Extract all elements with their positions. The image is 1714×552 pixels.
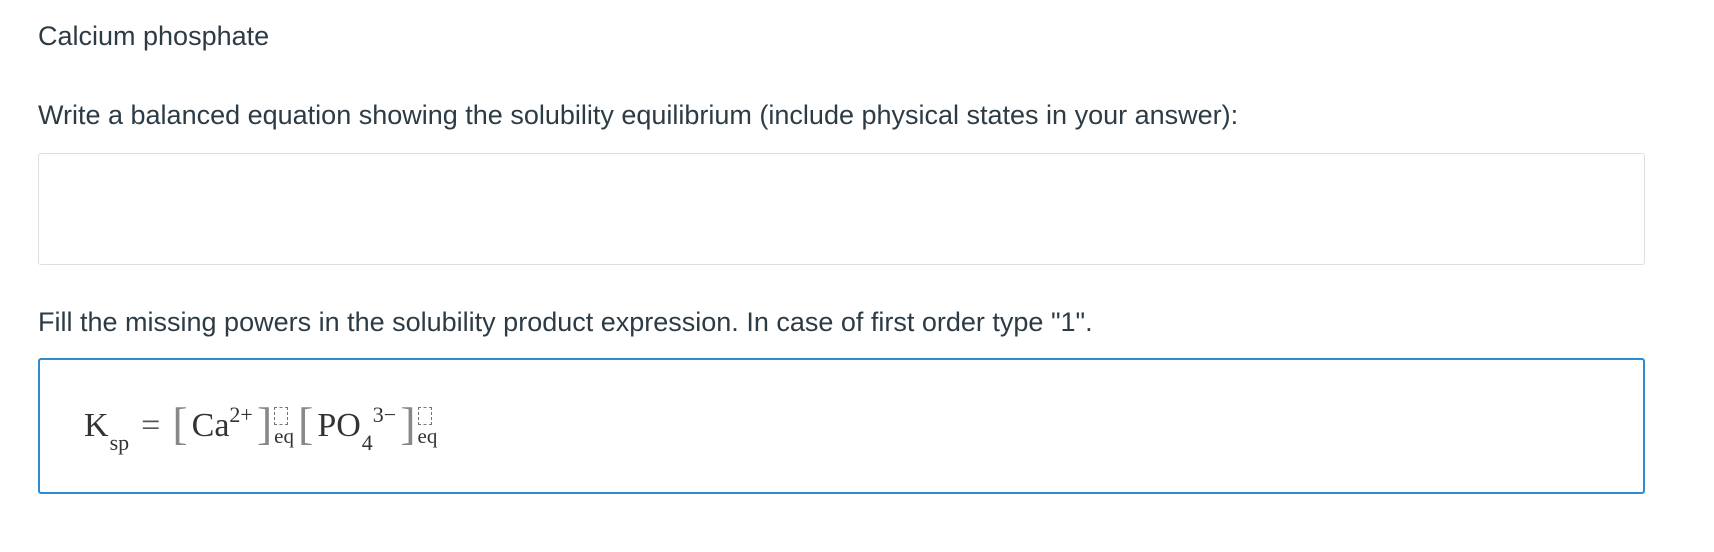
ksp-symbol: Ksp — [84, 407, 130, 455]
calcium-power-input[interactable] — [274, 407, 289, 425]
right-bracket: ] — [400, 398, 416, 449]
phosphate-power-input[interactable] — [417, 407, 432, 425]
equation-answer-input[interactable] — [38, 153, 1645, 265]
right-bracket: ] — [256, 398, 273, 449]
left-bracket: [ — [172, 398, 188, 449]
phosphate-subscript: 4 — [361, 430, 373, 455]
ksp-expression: Ksp = [ Ca2+ ] eq [ PO43− ] eq — [84, 360, 441, 492]
phosphate-ion: PO43− — [317, 402, 397, 455]
phosphate-charge: 3− — [372, 402, 397, 427]
phosphate-eq-label: eq — [417, 424, 438, 448]
calcium-eq-label: eq — [274, 424, 294, 448]
phosphate-power-slot: eq — [417, 407, 438, 448]
ksp-prompt: Fill the missing powers in the solubilit… — [38, 307, 1093, 337]
equation-prompt: Write a balanced equation showing the so… — [38, 100, 1239, 130]
ksp-subscript: sp — [109, 430, 130, 455]
question-title: Calcium phosphate — [38, 21, 270, 51]
ksp-expression-editor[interactable]: Ksp = [ Ca2+ ] eq [ PO43− ] eq — [38, 358, 1645, 494]
calcium-power-slot: eq — [274, 407, 294, 448]
calcium-ion: Ca2+ — [191, 402, 253, 444]
equals-sign: = — [141, 407, 161, 444]
calcium-charge: 2+ — [229, 402, 253, 427]
left-bracket: [ — [298, 398, 314, 449]
